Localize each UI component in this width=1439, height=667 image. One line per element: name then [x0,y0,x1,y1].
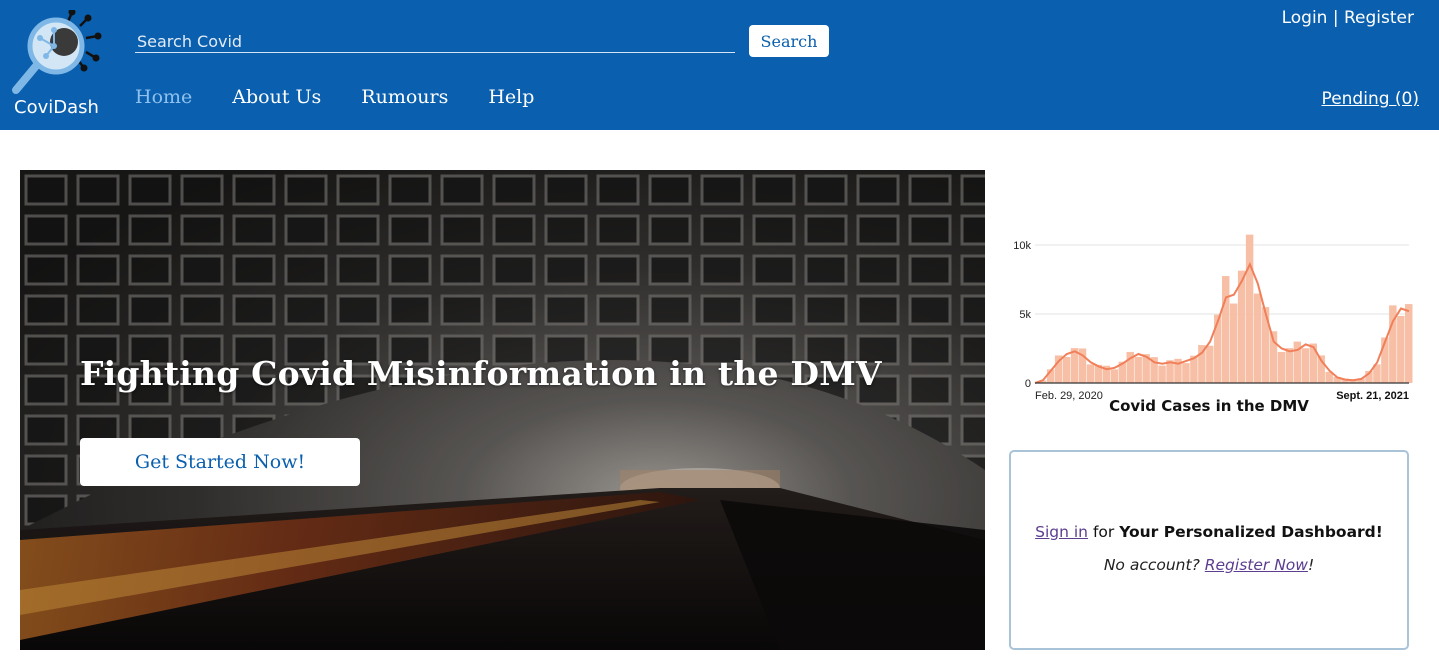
top-header: CoviDash Search Login | Register Home Ab… [0,0,1439,130]
covid-cases-chart: 0 5k 10k Feb. 29, 2020 Sept. 21, 2021 [1013,234,1413,402]
daily-case-bar [1405,304,1413,383]
daily-case-bar [1285,348,1294,383]
daily-case-bar [1222,276,1230,383]
signin-card: Sign in for Your Personalized Dashboard!… [1009,450,1409,650]
exclaim-text: ! [1307,556,1315,574]
register-line: No account? Register Now! [1011,556,1407,574]
brand-name: CoviDash [14,97,99,118]
ytick-5k: 5k [1019,309,1031,321]
logo[interactable]: CoviDash [8,8,118,118]
daily-case-bar [1158,365,1166,383]
for-text: for [1088,523,1120,541]
register-link[interactable]: Register [1344,8,1414,28]
daily-case-bar [1253,293,1262,383]
daily-case-bar [1229,303,1238,383]
daily-case-bar [1277,351,1286,383]
search-input[interactable] [135,30,735,53]
hero-banner: Fighting Covid Misinformation in the DMV… [20,170,985,650]
search-button[interactable]: Search [749,25,829,57]
signin-link[interactable]: Sign in [1035,523,1088,541]
chart-title: Covid Cases in the DMV [1109,397,1309,415]
daily-case-bar [1214,314,1222,383]
no-account-text: No account? [1103,556,1205,574]
dashboard-text: Your Personalized Dashboard! [1119,523,1383,541]
ytick-0: 0 [1025,378,1031,390]
daily-case-bar [1261,307,1270,383]
nav-item-rumours[interactable]: Rumours [361,86,448,108]
register-now-link[interactable]: Register Now [1205,556,1308,574]
daily-case-bar [1086,364,1095,383]
daily-case-bar [1245,234,1254,383]
auth-links: Login | Register [1282,8,1414,28]
nav-item-home[interactable]: Home [135,86,192,108]
daily-case-bar [1182,363,1190,383]
hero-title: Fighting Covid Misinformation in the DMV [80,354,882,393]
main-nav: Home About Us Rumours Help [135,86,574,108]
magnifier-virus-icon [12,10,102,94]
nav-item-help[interactable]: Help [488,86,534,108]
nav-item-about-us[interactable]: About Us [232,86,321,108]
daily-case-bar [1397,315,1405,383]
daily-case-bar [1301,348,1310,383]
daily-case-bar [1062,356,1071,383]
login-link[interactable]: Login [1282,8,1328,28]
get-started-button[interactable]: Get Started Now! [80,438,360,486]
daily-case-bar [1206,345,1214,383]
pending-link[interactable]: Pending (0) [1322,89,1419,109]
subway-tunnel-image [20,170,985,650]
signin-line: Sign in for Your Personalized Dashboard! [1011,523,1407,541]
auth-separator: | [1327,8,1344,28]
ytick-10k: 10k [1013,240,1031,252]
daily-case-bar [1110,369,1119,383]
daily-case-bar [1134,356,1142,383]
